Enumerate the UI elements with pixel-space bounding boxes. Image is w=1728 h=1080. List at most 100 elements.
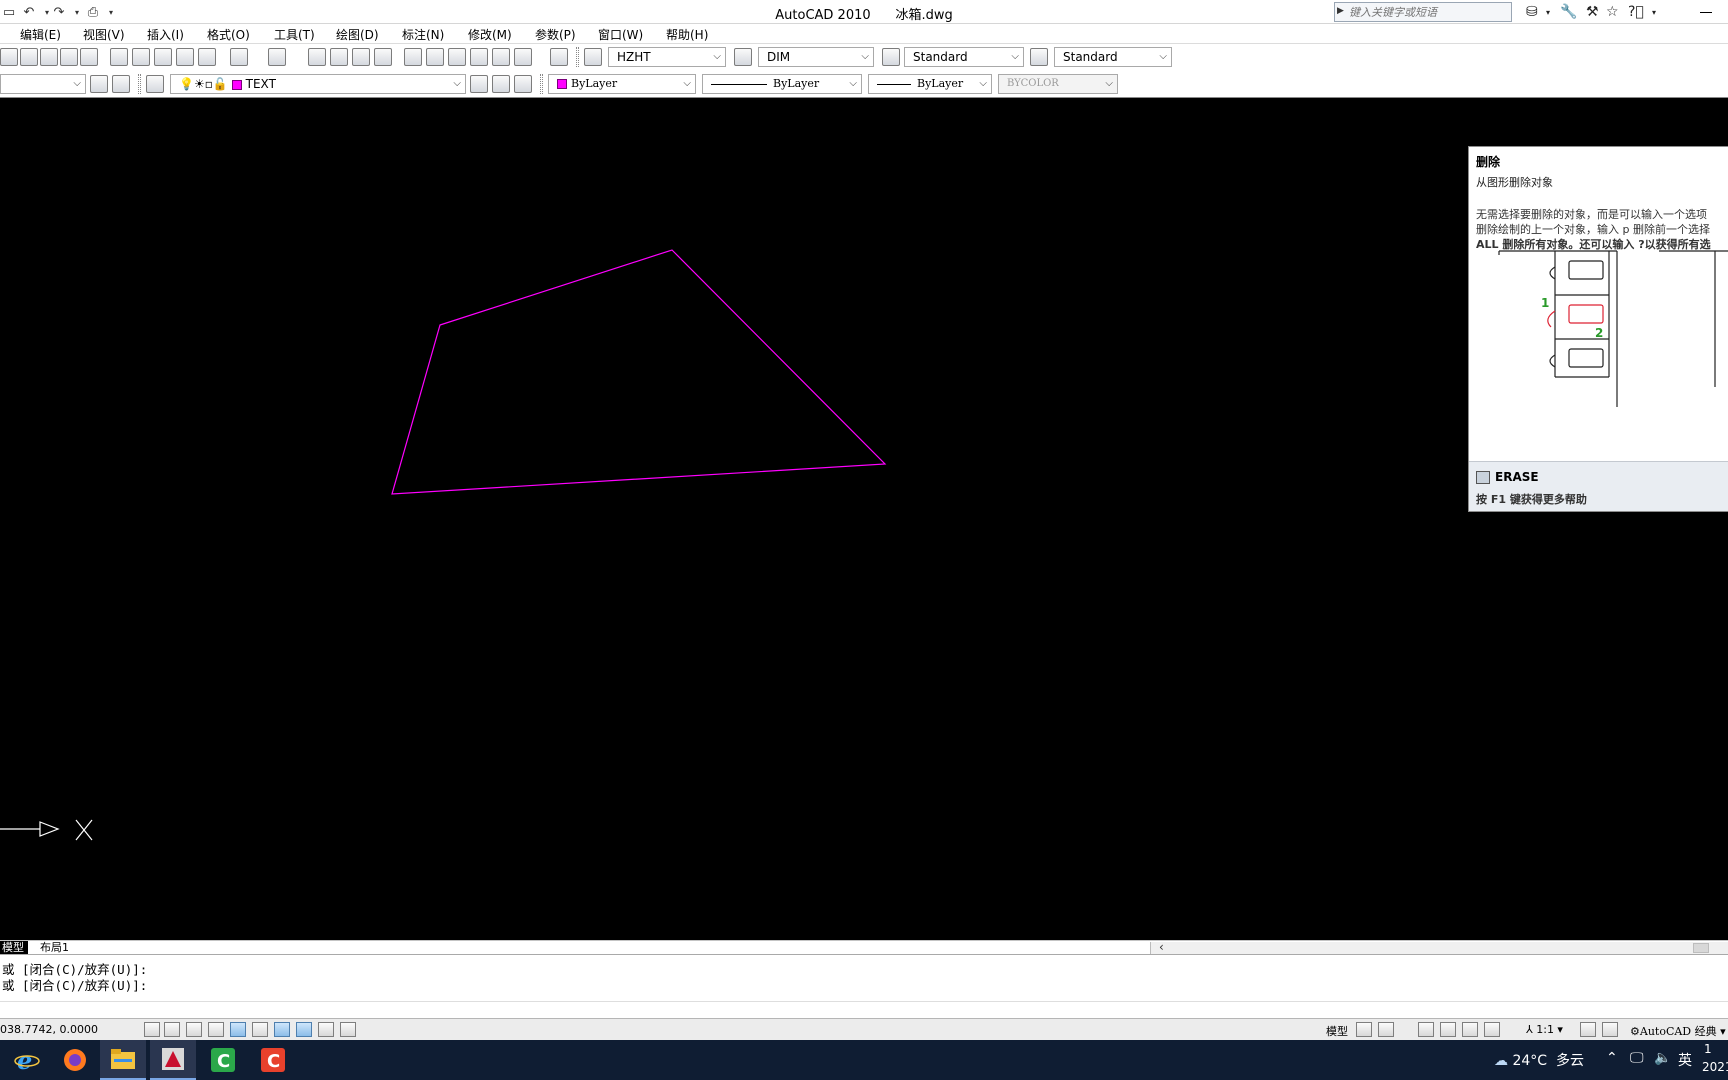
design-center-icon[interactable] [426,48,444,66]
sun-icon[interactable]: ☀ [194,77,205,91]
pan-icon[interactable] [1418,1022,1434,1037]
grid-display-icon[interactable] [164,1022,180,1037]
workspace-switching[interactable]: ⚙AutoCAD 经典 ▾ [1630,1023,1726,1039]
communication-center-icon[interactable]: ⚒ [1586,2,1599,22]
sheet-set-manager-icon[interactable] [470,48,488,66]
workspace-select[interactable]: ⌵ [0,74,86,94]
object-snap-tracking-icon[interactable] [274,1022,290,1037]
subscription-center-icon[interactable]: 🔧 [1560,2,1577,22]
object-snap-icon[interactable] [230,1022,246,1037]
3d-object-snap-icon[interactable] [252,1022,268,1037]
dynamic-ucs-icon[interactable] [296,1022,312,1037]
ime-indicator[interactable]: 英 [1678,1050,1692,1070]
search-expand-icon[interactable]: ▶ [1337,6,1344,16]
toolbar-grip[interactable] [576,47,579,67]
open-file-icon[interactable] [0,48,18,66]
polar-tracking-icon[interactable] [208,1022,224,1037]
pan-realtime-icon[interactable] [308,48,326,66]
multileader-style-select[interactable]: Standard ⌵ [1054,47,1172,67]
quickcalc-icon[interactable] [514,48,532,66]
model-space-toggle[interactable]: 模型 [1326,1023,1348,1039]
tool-palettes-icon[interactable] [448,48,466,66]
help-icon[interactable]: ?⃝ [1628,2,1644,22]
cut-icon[interactable] [110,48,128,66]
menu-format[interactable]: 格式(O) [207,26,250,43]
tab-layout1[interactable]: 布局1 [38,941,73,954]
quick-view-drawings-icon[interactable] [1378,1022,1394,1037]
menu-modify[interactable]: 修改(M) [468,26,512,43]
workspace-settings-gear-icon[interactable] [90,75,108,93]
publish-icon[interactable] [40,48,58,66]
menu-draw[interactable]: 绘图(D) [336,26,379,43]
layer-previous-icon[interactable] [492,75,510,93]
copy-icon[interactable] [132,48,150,66]
lineweight-display-icon[interactable] [340,1022,356,1037]
cursor-coordinates[interactable]: 038.7742, 0.0000 [0,1023,98,1036]
layer-select[interactable]: 💡☀▫🔓 TEXT ⌵ [170,74,466,94]
search-dropdown-icon[interactable]: ▾ [1546,2,1550,22]
markup-set-manager-icon[interactable] [492,48,510,66]
lineweight-control-select[interactable]: ByLayer ⌵ [868,74,992,94]
menu-tools[interactable]: 工具(T) [274,26,315,43]
weather-widget[interactable]: ☁ 24°C 多云 [1494,1050,1584,1070]
app-c-green-icon[interactable]: C [200,1040,246,1080]
toolbar-grip[interactable] [138,74,141,94]
favorites-star-icon[interactable]: ☆ [1606,2,1619,22]
3d-dwf-icon[interactable] [60,48,78,66]
annotation-scale[interactable]: ⅄ 1:1 ▾ [1526,1023,1563,1036]
toolbar-help-icon[interactable] [550,48,568,66]
etransmit-icon[interactable] [80,48,98,66]
scrollbar-thumb[interactable] [1693,943,1709,953]
properties-icon[interactable] [404,48,422,66]
menu-parametric[interactable]: 参数(P) [535,26,576,43]
command-input[interactable] [0,1001,1728,1018]
viewport-freeze-icon[interactable]: ▫ [205,77,213,91]
volume-icon[interactable]: 🔈 [1654,1050,1671,1066]
layer-state-icon[interactable] [514,75,532,93]
block-editor-icon[interactable] [198,48,216,66]
infocenter-search[interactable]: ▶ [1334,2,1512,22]
plot-preview-icon[interactable] [20,48,38,66]
annotation-visibility-icon[interactable] [1580,1022,1596,1037]
linetype-control-select[interactable]: ByLayer ⌵ [702,74,862,94]
table-style-select[interactable]: Standard ⌵ [904,47,1024,67]
snap-mode-icon[interactable] [144,1022,160,1037]
toolbar-redo-icon[interactable] [268,48,286,66]
ortho-mode-icon[interactable] [186,1022,202,1037]
paste-icon[interactable] [154,48,172,66]
show-hidden-icons-chevron-icon[interactable]: ⌃ [1606,1050,1618,1066]
horizontal-scrollbar[interactable]: ‹ [1150,940,1728,954]
dimension-style-icon[interactable] [734,48,752,66]
scroll-left-icon[interactable]: ‹ [1159,940,1164,954]
menu-window[interactable]: 窗口(W) [598,26,643,43]
text-style-icon[interactable] [584,48,602,66]
steering-wheel-icon[interactable] [1462,1022,1478,1037]
autocad-icon[interactable] [150,1040,196,1080]
zoom-icon[interactable] [1440,1022,1456,1037]
clock-time[interactable]: 1 [1704,1042,1712,1056]
menu-view[interactable]: 视图(V) [83,26,125,43]
menu-edit[interactable]: 编辑(E) [20,26,61,43]
table-style-icon[interactable] [882,48,900,66]
clock-date[interactable]: 2021 [1702,1060,1728,1074]
drawn-polygon[interactable] [391,249,887,495]
zoom-realtime-icon[interactable] [330,48,348,66]
toolbar-grip[interactable] [540,74,543,94]
help-dropdown-icon[interactable]: ▾ [1652,2,1656,22]
toolbar-undo-icon[interactable] [230,48,248,66]
minimize-button[interactable] [1688,2,1724,22]
app-c-red-icon[interactable]: C [250,1040,296,1080]
layer-properties-manager-icon[interactable] [146,75,164,93]
internet-explorer-icon[interactable]: e [4,1040,50,1080]
auto-scale-icon[interactable] [1602,1022,1618,1037]
firefox-icon[interactable] [52,1040,98,1080]
network-icon[interactable]: 🖵 [1630,1050,1644,1066]
match-properties-icon[interactable] [176,48,194,66]
zoom-window-icon[interactable] [352,48,370,66]
zoom-previous-icon[interactable] [374,48,392,66]
menu-help[interactable]: 帮助(H) [666,26,708,43]
binoculars-icon[interactable]: ⛁ [1526,2,1538,22]
menu-insert[interactable]: 插入(I) [147,26,184,43]
text-style-select[interactable]: HZHT ⌵ [608,47,726,67]
lightbulb-icon[interactable]: 💡 [179,77,194,91]
